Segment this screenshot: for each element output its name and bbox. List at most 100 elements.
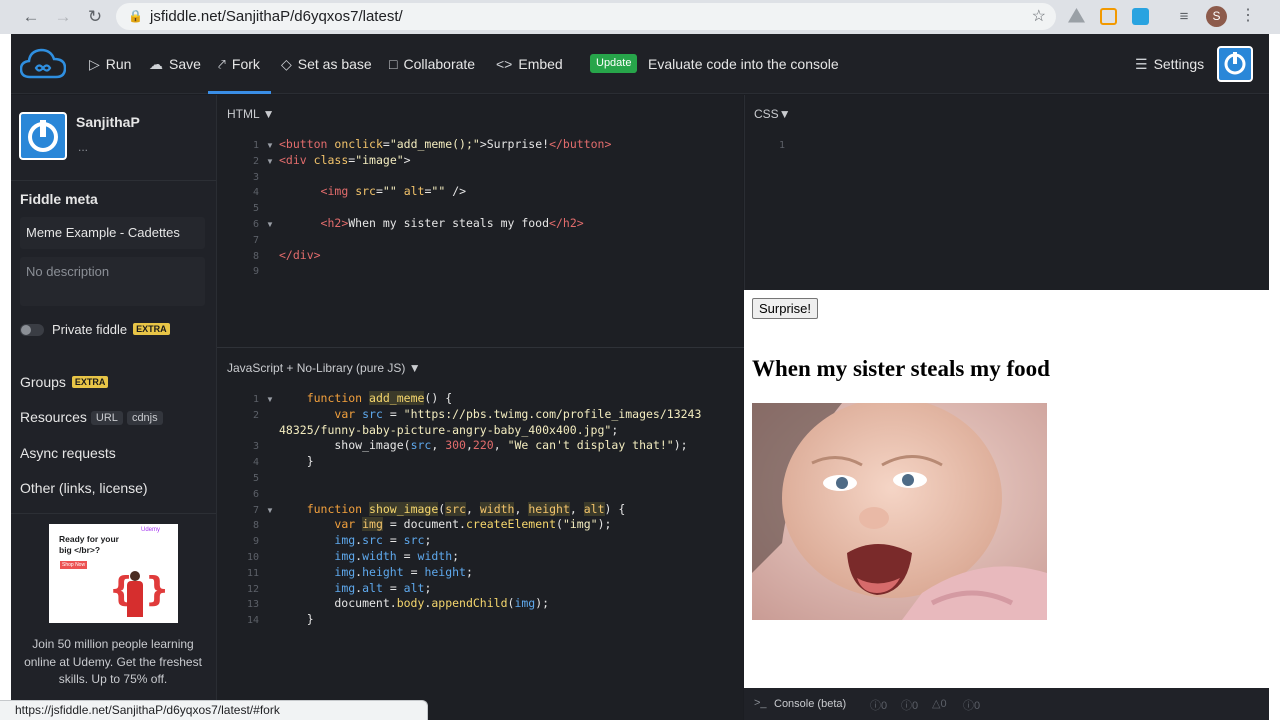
line-number: 1 (252, 394, 259, 405)
settings-button[interactable]: ☰ Settings (1135, 34, 1204, 94)
angry-baby-image (752, 403, 1047, 620)
fold-arrow-icon[interactable]: ▼ (266, 220, 274, 229)
line-number: 7 (252, 504, 259, 516)
run-button[interactable]: ▷ Run (89, 34, 131, 94)
jsfiddle-logo-icon[interactable] (20, 47, 66, 81)
udemy-ad-image[interactable]: Ready for your big </br>? Udemy Shop Now… (49, 524, 178, 623)
url-text: jsfiddle.net/SanjithaP/d6yqxos7/latest/ (150, 8, 403, 25)
tag-icon: ◇ (281, 56, 292, 72)
description-input[interactable]: No description (20, 257, 205, 306)
ad-headline: Ready for your big </br>? (59, 534, 119, 555)
line-number: 13 (246, 599, 259, 611)
dropdown-caret-icon: ▼ (262, 107, 275, 121)
line-number: 9 (252, 266, 259, 278)
run-label: Run (105, 56, 132, 72)
css-label-text: CSS (754, 107, 779, 121)
udemy-logo: Udemy (141, 527, 161, 533)
person-head-icon (130, 571, 140, 581)
js-pane-label[interactable]: JavaScript + No-Library (pure JS) ▼ (227, 361, 421, 375)
groups-label: Groups (20, 374, 66, 390)
css-pane[interactable]: CSS▼ 1 (744, 95, 1269, 290)
private-fiddle-toggle[interactable] (20, 324, 44, 336)
bookmark-star-icon[interactable]: ☆ (1032, 3, 1046, 30)
line-number: 2 (252, 409, 259, 421)
editor-area: HTML ▼ 123456789 ▼ ▼ ▼ <button onclick="… (216, 95, 744, 720)
reading-list-icon[interactable]: ≡ (1172, 5, 1196, 29)
console-error-count: ⓘ0 (870, 697, 887, 713)
lock-icon: 🔒 (128, 9, 143, 23)
sidebar-item-other[interactable]: Other (links, license) (20, 480, 148, 496)
baby-photo (752, 403, 1047, 620)
log-count: 0 (974, 700, 981, 712)
sidebar-user-avatar[interactable] (19, 112, 67, 160)
line-number: 14 (246, 615, 259, 627)
js-code[interactable]: function add_meme() { var src = "https:/… (279, 391, 701, 628)
line-number: 4 (252, 457, 259, 469)
fork-icon: ⤤ (218, 56, 226, 72)
result-pane: Surprise! When my sister steals my food (744, 290, 1269, 688)
sidebar-item-groups[interactable]: Groups EXTRA (20, 374, 109, 390)
surprise-button[interactable]: Surprise! (752, 298, 819, 319)
line-number: 1 (252, 140, 259, 151)
chat-icon: □ (389, 56, 398, 72)
console-info-count: ⓘ0 (901, 697, 918, 713)
html-code[interactable]: <button onclick="add_meme();">Surprise!<… (279, 137, 611, 263)
profile-avatar[interactable]: S (1206, 6, 1227, 27)
fork-label: Fork (231, 56, 260, 72)
play-icon: ▷ (89, 56, 100, 72)
sidebar-divider (11, 513, 216, 514)
line-number: 7 (252, 234, 259, 246)
line-number: 4 (252, 187, 259, 199)
sidebar-item-async-requests[interactable]: Async requests (20, 445, 116, 461)
settings-label: Settings (1153, 56, 1205, 72)
reload-icon[interactable]: ↻ (83, 5, 107, 29)
drive-extension-icon[interactable] (1068, 8, 1085, 23)
line-number: 10 (246, 552, 259, 563)
fold-arrow-icon[interactable]: ▼ (266, 157, 274, 166)
cdnjs-chip[interactable]: cdnjs (126, 411, 163, 425)
address-bar[interactable]: 🔒 jsfiddle.net/SanjithaP/d6yqxos7/latest… (116, 3, 1056, 30)
private-fiddle-label: Private fiddle (52, 322, 128, 337)
fold-arrow-icon[interactable]: ▼ (266, 506, 274, 515)
fold-arrow-icon[interactable]: ▼ (266, 141, 274, 150)
browser-menu-icon[interactable]: ⋮ (1240, 5, 1256, 25)
cloud-upload-icon: ☁ (149, 56, 163, 72)
forward-arrow-icon[interactable]: → (51, 5, 75, 29)
user-more-menu[interactable]: ... (78, 140, 88, 154)
line-number: 3 (252, 441, 259, 453)
calendar-extension-icon[interactable] (1100, 8, 1117, 25)
username[interactable]: SanjithaP (76, 114, 140, 130)
fiddle-name-input[interactable]: Meme Example - Cadettes (20, 217, 205, 249)
person-body-icon (127, 581, 143, 617)
pane-splitter[interactable] (217, 347, 744, 348)
line-number: 8 (252, 520, 259, 532)
collaborate-label: Collaborate (403, 56, 476, 72)
toggle-knob (21, 325, 31, 335)
sidebar-item-resources[interactable]: Resources URL cdnjs (20, 409, 163, 425)
line-number: 6 (252, 219, 259, 230)
jsfiddle-toolbar: ▷ Run ☁ Save ⤤ Fork ◇ Set as base □ Collabora… (11, 34, 1269, 94)
collaborate-button[interactable]: □ Collaborate (389, 34, 475, 94)
save-label: Save (169, 56, 201, 72)
html-pane-label[interactable]: HTML ▼ (227, 107, 274, 121)
url-chip[interactable]: URL (90, 411, 123, 425)
ad-description[interactable]: Join 50 million people learning online a… (23, 636, 203, 689)
fold-arrow-icon[interactable]: ▼ (266, 395, 274, 404)
save-button[interactable]: ☁ Save (149, 34, 201, 94)
console-bar[interactable]: >_ Console (beta) ⓘ0 ⓘ0 △0 ⓘ0 (744, 688, 1269, 720)
cloud-extension-icon[interactable] (1132, 8, 1149, 25)
embed-button[interactable]: <> Embed (496, 34, 563, 94)
back-arrow-icon[interactable]: ← (19, 5, 43, 29)
extra-badge: EXTRA (133, 323, 170, 335)
extra-badge: EXTRA (71, 376, 109, 388)
line-number: 6 (252, 488, 259, 500)
line-number: 8 (252, 250, 259, 262)
user-avatar-button[interactable] (1217, 46, 1253, 82)
link-status-bar: https://jsfiddle.net/SanjithaP/d6yqxos7/… (0, 700, 428, 720)
console-warning-count: △0 (932, 697, 947, 710)
fork-active-indicator (208, 91, 271, 94)
set-as-base-button[interactable]: ◇ Set as base (281, 34, 372, 94)
window-edge-right (1269, 34, 1280, 720)
fork-button[interactable]: ⤤ Fork (218, 34, 260, 94)
css-pane-label[interactable]: CSS▼ (754, 107, 791, 121)
